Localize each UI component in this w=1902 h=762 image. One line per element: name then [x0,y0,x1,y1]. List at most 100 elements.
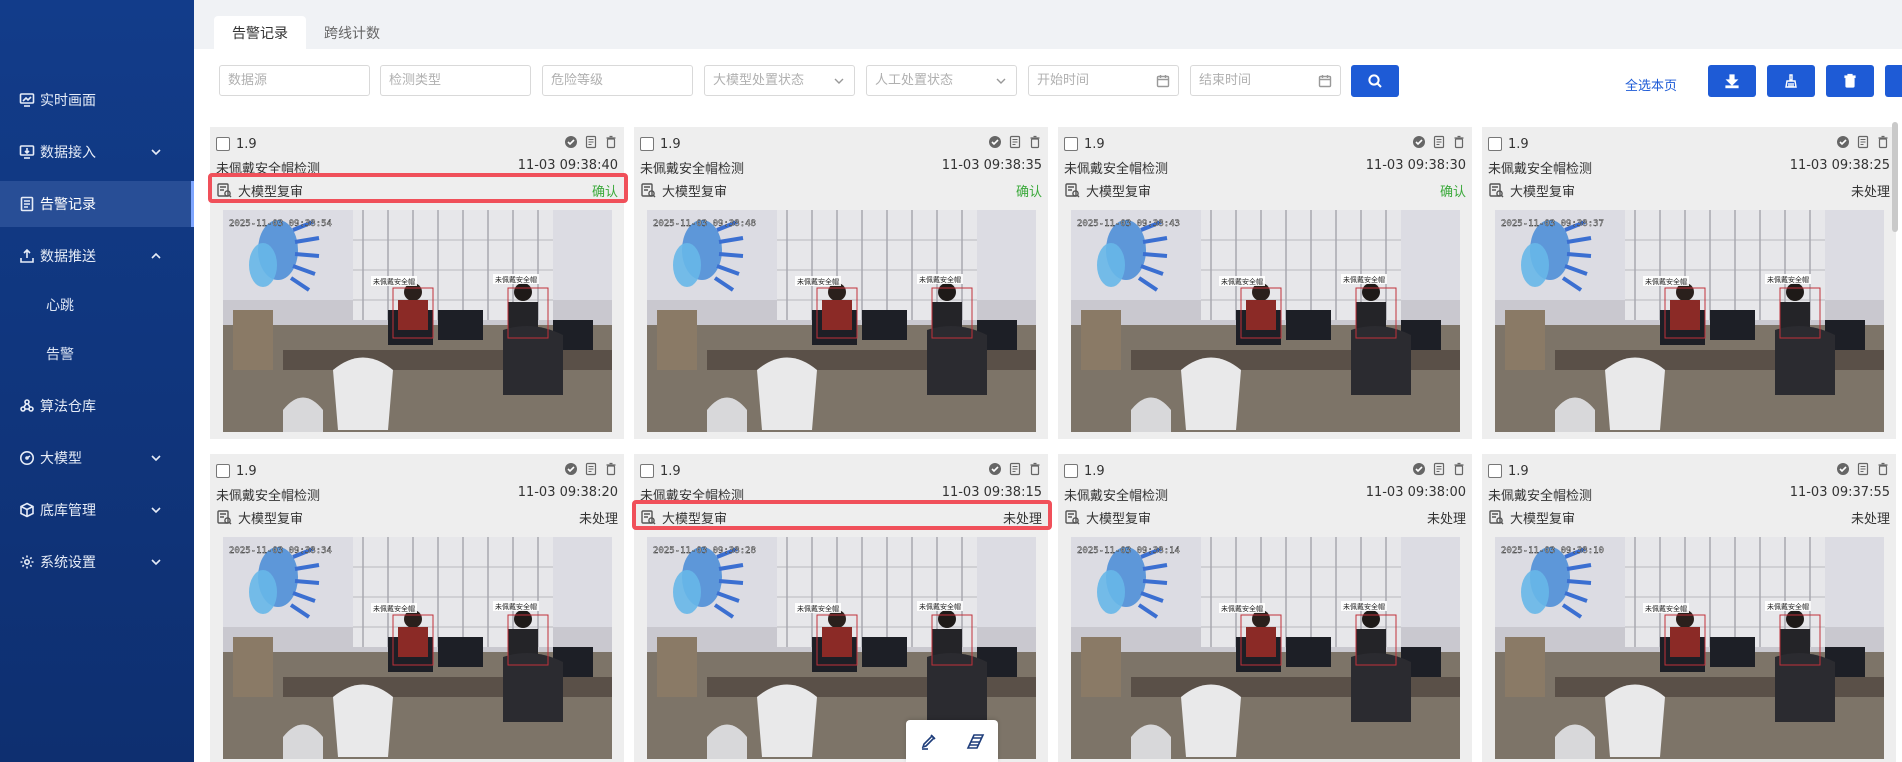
list-view-button[interactable] [1885,65,1902,97]
scene-image: 未佩戴安全帽 未佩戴安全帽 2025-11-03 09:38:48 [647,210,1036,432]
download-button[interactable] [1708,65,1756,97]
select-checkbox[interactable] [1064,137,1078,151]
delete-trash-icon[interactable] [1028,462,1042,476]
delete-trash-icon[interactable] [1028,135,1042,149]
detect-type-text: 未佩戴安全帽检测 [1488,489,1593,504]
alarm-card[interactable]: 1.9 未佩戴安全帽检测 11-03 09:38:00 大模型复审 未处理 未佩戴安全帽未… [1058,454,1472,762]
sidebar-item-alarm-records[interactable]: 告警记录 [0,181,194,227]
data-source-input[interactable] [228,73,361,88]
scrollbar-thumb[interactable] [1892,122,1898,232]
overlay-label: 未佩戴安全帽 [373,604,415,613]
delete-trash-icon[interactable] [1876,135,1890,149]
confirm-check-icon[interactable] [1836,462,1850,476]
detect-type-field[interactable] [380,65,531,96]
delete-trash-icon[interactable] [1452,135,1466,149]
delete-trash-icon[interactable] [1452,462,1466,476]
detect-type-input[interactable] [389,73,522,88]
sidebar-subitem-alarm[interactable]: 告警 [0,334,194,374]
confirm-check-icon[interactable] [1836,135,1850,149]
llm-status-input[interactable] [713,73,828,88]
alarm-snapshot[interactable]: 未佩戴安全帽 未佩戴安全帽 2025-11-03 09:38:54 [223,210,612,432]
alarm-card[interactable]: 1.9 未佩戴安全帽检测 11-03 09:37:55 大模型复审 未处理 未佩戴安全帽未… [1482,454,1896,762]
clean-button[interactable] [1767,65,1815,97]
detail-document-icon[interactable] [1008,462,1022,476]
sidebar-item-realtime[interactable]: 实时画面 [0,77,194,123]
start-time-input[interactable] [1037,73,1152,88]
review-doc-icon [1489,510,1504,525]
brush-edit-icon[interactable] [919,731,939,751]
delete-button[interactable] [1826,65,1874,97]
select-checkbox[interactable] [640,464,654,478]
sidebar-item-base-library[interactable]: 底库管理 [0,487,194,533]
sidebar-subitem-heartbeat[interactable]: 心跳 [0,285,194,325]
alarm-snapshot[interactable]: 未佩戴安全帽 未佩戴安全帽 2025-11-03 09:38:43 [1071,210,1460,432]
sidebar-item-system-settings[interactable]: 系统设置 [0,539,194,585]
card-actions [564,462,618,476]
tab-alarm-records[interactable]: 告警记录 [214,16,306,49]
alarm-card[interactable]: 1.9 未佩戴安全帽检测 11-03 09:38:30 大模型复审 确认 未佩戴安全帽 未佩… [1058,127,1472,439]
sidebar-item-label: 大模型 [40,451,82,467]
alarm-card[interactable]: 1.9 未佩戴安全帽检测 11-03 09:38:20 大模型复审 未处理 未佩戴安全帽未… [210,454,624,762]
detect-type-text: 未佩戴安全帽检测 [1064,489,1169,504]
end-time-input[interactable] [1199,73,1314,88]
alarm-card[interactable]: 1.9 未佩戴安全帽检测 11-03 09:38:40 大模型复审 确认 未佩戴安全帽 未佩… [208,127,628,439]
risk-level-field[interactable] [542,65,693,96]
alarm-snapshot[interactable]: 未佩戴安全帽 未佩戴安全帽 2025-11-03 09:38:14 [1071,537,1460,759]
detail-document-icon[interactable] [1432,462,1446,476]
detail-document-icon[interactable] [1432,135,1446,149]
delete-trash-icon[interactable] [604,135,618,149]
sidebar-item-data-access[interactable]: 数据接入 [0,129,194,175]
alarm-snapshot[interactable]: 未佩戴安全帽 未佩戴安全帽 2025-11-03 09:38:34 [223,537,612,759]
top-tabs: 告警记录 跨线计数 [214,16,398,49]
alarm-card[interactable]: 1.9 未佩戴安全帽检测 11-03 09:38:35 大模型复审 确认 未佩戴安全帽 未佩… [634,127,1048,439]
tab-cross-line-count[interactable]: 跨线计数 [306,16,398,49]
alarm-snapshot[interactable]: 未佩戴安全帽 未佩戴安全帽 2025-11-03 09:38:48 [647,210,1036,432]
manual-status-input[interactable] [875,73,990,88]
alarm-card[interactable]: 1.9 未佩戴安全帽检测 11-03 09:38:25 大模型复审 未处理 未佩戴安全帽未… [1482,127,1896,439]
detail-document-icon[interactable] [584,135,598,149]
confirm-check-icon[interactable] [1412,135,1426,149]
sidebar-item-data-push[interactable]: 数据推送 [0,233,194,279]
pattern-flag-icon[interactable] [965,731,985,751]
sidebar-item-large-model[interactable]: 大模型 [0,435,194,481]
screen-download-icon [18,143,36,161]
end-time-picker[interactable] [1190,65,1341,96]
upload-tray-icon [18,247,36,265]
alarm-snapshot[interactable]: 未佩戴安全帽 未佩戴安全帽 2025-11-03 09:38:10 [1495,537,1884,759]
detail-document-icon[interactable] [1856,135,1870,149]
select-checkbox[interactable] [1488,464,1502,478]
card-header: 1.9 [1064,135,1466,153]
confirm-check-icon[interactable] [564,462,578,476]
card-info-row: 未佩戴安全帽检测 11-03 09:38:35 [640,158,1042,177]
start-time-picker[interactable] [1028,65,1179,96]
confirm-check-icon[interactable] [1412,462,1426,476]
card-header: 1.9 [216,135,618,153]
delete-trash-icon[interactable] [604,462,618,476]
manual-status-select[interactable] [866,65,1017,96]
review-label: 大模型复审 [1488,181,1575,200]
scene-image: 未佩戴安全帽 未佩戴安全帽 2025-11-03 09:38:37 [1495,210,1884,432]
review-doc-icon [641,183,656,198]
confirm-check-icon[interactable] [564,135,578,149]
risk-level-input[interactable] [551,73,684,88]
alarm-snapshot[interactable]: 未佩戴安全帽 未佩戴安全帽 2025-11-03 09:38:37 [1495,210,1884,432]
detail-document-icon[interactable] [584,462,598,476]
chevron-down-icon [150,452,162,464]
select-checkbox[interactable] [1064,464,1078,478]
confirm-check-icon[interactable] [988,135,1002,149]
select-all-page-link[interactable]: 全选本页 [1625,75,1677,94]
select-checkbox[interactable] [640,137,654,151]
detail-document-icon[interactable] [1856,462,1870,476]
select-checkbox[interactable] [216,137,230,151]
delete-trash-icon[interactable] [1876,462,1890,476]
data-source-field[interactable] [219,65,370,96]
review-text: 大模型复审 [1510,184,1576,200]
llm-status-select[interactable] [704,65,855,96]
search-button[interactable] [1351,65,1399,97]
alarm-card[interactable]: 1.9 未佩戴安全帽检测 11-03 09:38:15 大模型复审 未处理 未佩戴安全帽未… [632,454,1052,762]
detail-document-icon[interactable] [1008,135,1022,149]
sidebar-item-algorithm-store[interactable]: 算法仓库 [0,383,194,429]
select-checkbox[interactable] [1488,137,1502,151]
confirm-check-icon[interactable] [988,462,1002,476]
select-checkbox[interactable] [216,464,230,478]
